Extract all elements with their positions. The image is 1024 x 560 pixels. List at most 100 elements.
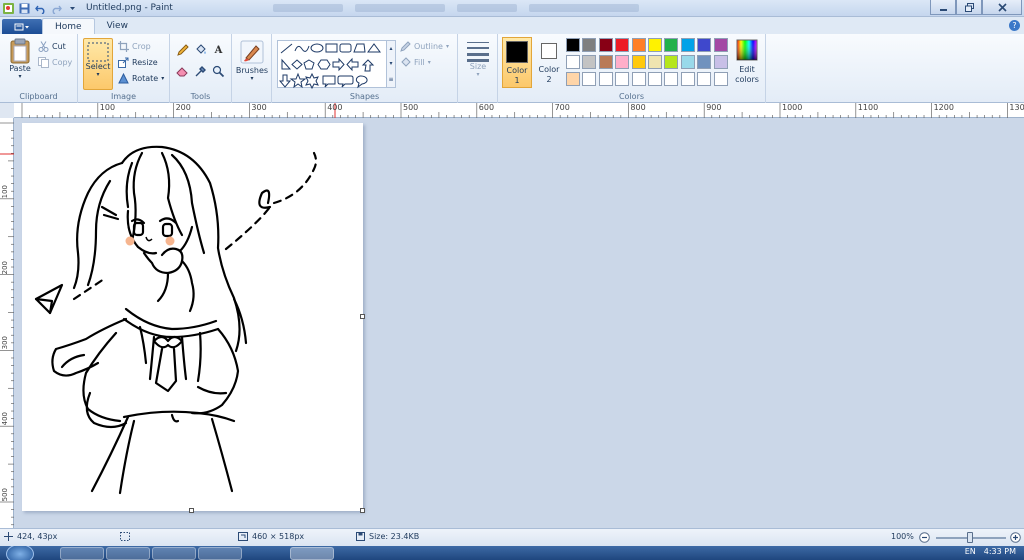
fill-tool[interactable] <box>193 43 208 58</box>
paint-menu-button[interactable] <box>2 19 42 34</box>
palette-swatch[interactable] <box>566 72 580 86</box>
image-group: Select ▾ Crop Resize Rotate ▾ Image <box>78 34 170 103</box>
crop-button[interactable]: Crop <box>118 41 151 52</box>
palette-swatch[interactable] <box>697 72 712 86</box>
taskbar-app-chat[interactable] <box>198 547 242 560</box>
close-icon <box>997 2 1007 12</box>
palette-swatch[interactable] <box>680 72 695 86</box>
eraser-tool[interactable] <box>175 64 190 79</box>
windows-taskbar: EN 4:33 PM <box>0 546 1024 560</box>
resize-button[interactable]: Resize <box>118 57 158 68</box>
palette-swatch[interactable] <box>598 55 613 69</box>
palette-swatch[interactable] <box>631 72 646 86</box>
help-icon[interactable]: ? <box>1009 20 1020 31</box>
palette-swatch[interactable] <box>713 72 728 86</box>
ruler-label: 1200 <box>933 103 954 112</box>
resize-handle-corner[interactable] <box>360 508 365 513</box>
palette-swatch[interactable] <box>598 38 613 52</box>
girl-line-drawing <box>34 145 318 495</box>
taskbar-app-paint-tool[interactable] <box>152 547 196 560</box>
palette-swatch[interactable] <box>680 38 695 52</box>
palette-swatch[interactable] <box>697 55 712 69</box>
shapes-gallery[interactable] <box>277 40 395 90</box>
start-button[interactable] <box>6 546 34 560</box>
zoom-slider-thumb[interactable] <box>967 532 973 543</box>
rotate-label: Rotate <box>132 74 159 83</box>
drawing-canvas[interactable] <box>22 123 365 513</box>
palette-swatch[interactable] <box>648 38 662 52</box>
palette-swatch[interactable] <box>566 55 580 69</box>
colors-group-label: Colors <box>618 92 645 101</box>
cut-button[interactable]: Cut <box>38 41 66 52</box>
shapes-scroll[interactable]: ▴ ▾ ≡ <box>386 40 396 88</box>
paint-app-icon[interactable] <box>3 2 14 14</box>
select-button[interactable]: Select ▾ <box>83 38 113 90</box>
language-indicator[interactable]: EN <box>965 547 976 556</box>
color-1-label: Color <box>506 66 528 75</box>
fill-label: Fill <box>414 58 425 67</box>
ruler-label: 900 <box>706 103 722 112</box>
palette-swatch[interactable] <box>631 55 646 69</box>
customize-toolbar-icon[interactable] <box>67 3 78 14</box>
brushes-label: Brushes <box>235 66 269 75</box>
brushes-button[interactable]: Brushes ▾ <box>235 40 269 82</box>
palette-swatch[interactable] <box>582 72 597 86</box>
color-1-button[interactable]: Color 1 <box>502 37 532 88</box>
palette-swatch[interactable] <box>615 72 630 86</box>
palette-swatch[interactable] <box>648 72 662 86</box>
magnifier-tool[interactable] <box>211 64 226 79</box>
close-button[interactable] <box>982 0 1022 15</box>
zoom-in-button[interactable] <box>1010 532 1021 543</box>
selection-size <box>120 532 130 541</box>
taskbar-app-paint[interactable] <box>290 547 334 560</box>
palette-swatch[interactable] <box>615 38 630 52</box>
clock[interactable]: 4:33 PM <box>984 547 1016 556</box>
palette-swatch[interactable] <box>713 55 728 69</box>
zoom-out-button[interactable] <box>919 532 930 543</box>
maximize-button[interactable] <box>956 0 982 15</box>
outline-button[interactable]: Outline ▾ <box>400 41 449 52</box>
palette-swatch[interactable] <box>615 55 630 69</box>
palette-swatch[interactable] <box>664 38 679 52</box>
palette-swatch[interactable] <box>680 55 695 69</box>
palette-swatch[interactable] <box>664 72 679 86</box>
palette-swatch[interactable] <box>664 55 679 69</box>
fill-button[interactable]: Fill ▾ <box>400 57 431 68</box>
ribbon-tabs: Home View ? <box>0 17 1024 34</box>
pencil-icon <box>177 44 189 56</box>
size-button[interactable]: Size ▾ <box>463 40 493 78</box>
palette-swatch[interactable] <box>631 38 646 52</box>
image-size: 460 × 518px <box>238 532 304 541</box>
redo-icon[interactable] <box>51 3 62 14</box>
text-tool[interactable]: A <box>211 43 226 58</box>
copy-button[interactable]: Copy <box>38 57 72 68</box>
palette-swatch[interactable] <box>582 55 597 69</box>
resize-handle-bottom[interactable] <box>189 508 194 513</box>
palette-swatch[interactable] <box>648 55 662 69</box>
chevron-down-icon: ▾ <box>427 59 431 66</box>
file-size: Size: 23.4KB <box>356 532 419 541</box>
palette-swatch[interactable] <box>697 38 712 52</box>
palette-swatch[interactable] <box>566 38 580 52</box>
palette-swatch[interactable] <box>598 72 613 86</box>
taskbar-app-files[interactable] <box>106 547 150 560</box>
outline-pen-icon <box>400 41 411 52</box>
resize-handle-right[interactable] <box>360 314 365 319</box>
edit-colors-button[interactable]: Edit colors <box>730 39 764 85</box>
tools-group-label: Tools <box>190 92 211 101</box>
undo-icon[interactable] <box>35 3 46 14</box>
ribbon: Paste ▾ Cut Copy Clipboard Select ▾ Crop… <box>0 34 1024 103</box>
paste-button[interactable]: Paste ▾ <box>6 38 34 80</box>
palette-swatch[interactable] <box>713 38 728 52</box>
palette-swatch[interactable] <box>582 38 597 52</box>
save-icon[interactable] <box>19 3 30 14</box>
rotate-button[interactable]: Rotate ▾ <box>118 73 164 84</box>
taskbar-app-browser[interactable] <box>60 547 104 560</box>
color-picker-tool[interactable] <box>193 64 208 79</box>
tab-view[interactable]: View <box>95 18 140 34</box>
color-2-button[interactable]: Color 2 <box>536 37 562 88</box>
clipboard-group-label: Clipboard <box>19 92 58 101</box>
pencil-tool[interactable] <box>175 43 190 58</box>
tab-home[interactable]: Home <box>42 18 95 34</box>
minimize-button[interactable] <box>930 0 956 15</box>
